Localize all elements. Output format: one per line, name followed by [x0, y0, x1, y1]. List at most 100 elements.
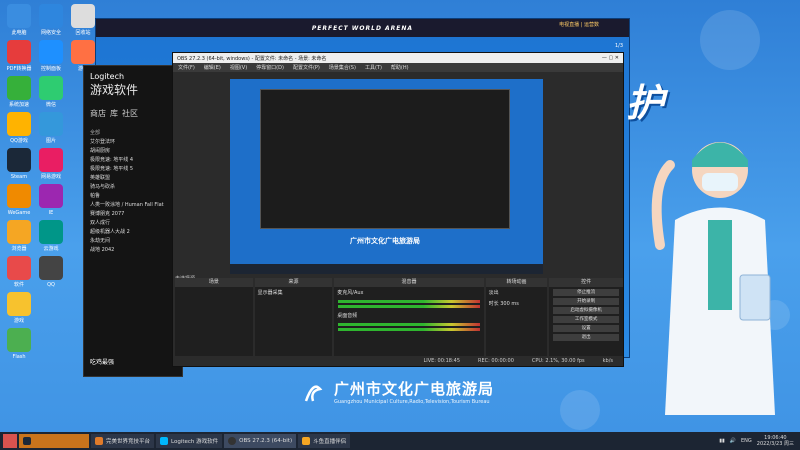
start-icon[interactable] — [3, 434, 17, 448]
qq-game-icon — [7, 112, 31, 136]
list-item[interactable]: 极限竞速: 地平线 5 — [90, 165, 176, 174]
menu-item[interactable]: 编辑(E) — [204, 64, 221, 71]
list-item[interactable]: 赛博朋克 2077 — [90, 210, 176, 219]
status-live: LIVE: 00:18:45 — [423, 358, 461, 364]
obs-icon — [39, 256, 63, 280]
desktop-icon[interactable]: WeGame — [4, 184, 34, 216]
desktop-icon[interactable]: PDF转换器 — [4, 40, 34, 72]
source-item[interactable]: 显示器采集 — [255, 287, 333, 298]
logitech-icon — [160, 437, 169, 445]
list-item[interactable]: 英雄联盟 — [90, 174, 176, 183]
desktop-icon[interactable]: Flash — [4, 328, 34, 360]
desktop-icon[interactable]: 网易游戏 — [36, 148, 66, 180]
game-icon — [71, 40, 95, 64]
studio-mode-button[interactable]: 工作室模式 — [553, 316, 619, 323]
desktop-icon[interactable]: 微信 — [36, 76, 66, 108]
virtual-camera-button[interactable]: 启动虚拟摄像机 — [553, 307, 619, 314]
browser-icon — [7, 220, 31, 244]
volume-meter[interactable] — [338, 305, 480, 308]
volume-meter[interactable] — [338, 300, 480, 303]
desktop-icon[interactable]: 系统加速 — [4, 76, 34, 108]
dock-header: 控件 — [549, 278, 623, 287]
shield-icon — [39, 4, 63, 28]
desktop-icon[interactable]: QQ — [36, 256, 66, 288]
taskbar: 完美世界竞技平台 Logitech 游戏软件 OBS 27.2.3 (64-bi… — [0, 432, 800, 450]
dock-header: 来源 — [254, 278, 333, 287]
status-cpu: CPU: 2.1%, 30.00 fps — [531, 358, 585, 364]
desktop-icon[interactable]: Steam — [4, 148, 34, 180]
volume-icon[interactable]: 🔊 — [730, 438, 736, 444]
menu-item[interactable]: 工具(T) — [365, 64, 382, 71]
volume-meter[interactable] — [338, 323, 480, 326]
bureau-subtitle: Guangzhou Municipal Culture,Radio,Televi… — [334, 399, 490, 405]
system-tray: ▮▮ 🔊 ENG 19:06:40 2022/3/23 周三 — [719, 435, 800, 447]
desktop-icon[interactable]: 此电脑 — [4, 4, 34, 36]
list-item[interactable]: 胡闹厨房 — [90, 147, 176, 156]
stop-stream-button[interactable]: 停止推流 — [553, 289, 619, 296]
menu-item[interactable]: 停靠窗口(D) — [256, 64, 284, 71]
volume-meter[interactable] — [338, 328, 480, 331]
list-item[interactable]: 双人成行 — [90, 219, 176, 228]
desktop-icon[interactable]: 网络安全 — [36, 4, 66, 36]
logitech-window[interactable]: Logitech 游戏软件 商店 库 社区 全部 艾尔登法环 胡闹厨房 极限竞速… — [83, 65, 183, 377]
dock-header: 转场动画 — [485, 278, 548, 287]
settings-button[interactable]: 设置 — [553, 325, 619, 332]
transition-select[interactable]: 淡出 — [486, 287, 548, 298]
obs-titlebar[interactable]: OBS 27.2.3 (64-bit, windows) - 配置文件: 未命名… — [173, 53, 623, 63]
list-item[interactable]: 战地 2042 — [90, 246, 176, 255]
logitech-subtitle: 游戏软件 — [90, 83, 139, 97]
clock[interactable]: 19:06:40 2022/3/23 周三 — [757, 435, 794, 447]
pwa-user[interactable]: 电视直播 | 运营数 — [559, 21, 599, 28]
taskbar-item-obs[interactable]: OBS 27.2.3 (64-bit) — [224, 434, 297, 448]
desktop-icon[interactable]: 游戏 — [4, 292, 34, 324]
taskbar-item-pwa[interactable]: 完美世界竞技平台 — [91, 434, 155, 448]
desktop-icon[interactable]: IE — [36, 184, 66, 216]
list-item[interactable]: 人类一败涂地 / Human Fall Flat — [90, 201, 176, 210]
pwa-icon — [95, 437, 103, 445]
status-rec: REC: 00:00:00 — [478, 358, 514, 364]
menu-item[interactable]: 配置文件(P) — [293, 64, 320, 71]
desktop-icon[interactable]: QQ游戏 — [4, 112, 34, 144]
desktop-icon[interactable]: 云游戏 — [36, 220, 66, 252]
taskbar-item-steam[interactable] — [19, 434, 89, 448]
list-item[interactable]: 骑马与砍杀 — [90, 183, 176, 192]
duration-input[interactable]: 300 ms — [500, 301, 519, 307]
list-item[interactable]: 艾尔登法环 — [90, 138, 176, 147]
list-item[interactable]: 极限竞速: 地平线 4 — [90, 156, 176, 165]
menu-item[interactable]: 帮助(H) — [391, 64, 409, 71]
dock-header: 混音器 — [334, 278, 484, 287]
desktop-icon[interactable]: 软件 — [4, 256, 34, 288]
sources-dock: 来源 显示器采集 — [254, 278, 333, 358]
doctor-illustration — [651, 142, 775, 415]
list-item[interactable]: 帕鲁 — [90, 192, 176, 201]
taskbar-item-douyu[interactable]: 斗鱼直播伴侣 — [298, 434, 351, 448]
nav-community[interactable]: 社区 — [122, 108, 138, 119]
menu-item[interactable]: 视图(V) — [230, 64, 247, 71]
image-icon — [39, 112, 63, 136]
computer-icon — [7, 4, 31, 28]
menu-item[interactable]: 文件(F) — [178, 64, 195, 71]
language-indicator[interactable]: ENG — [741, 438, 752, 444]
start-record-button[interactable]: 开始录制 — [553, 298, 619, 305]
nav-store[interactable]: 商店 — [90, 108, 106, 119]
obs-window[interactable]: OBS 27.2.3 (64-bit, windows) - 配置文件: 未命名… — [172, 52, 624, 367]
list-item[interactable]: 永劫无间 — [90, 237, 176, 246]
obs-statusbar: LIVE: 00:18:45 REC: 00:00:00 CPU: 2.1%, … — [173, 356, 623, 366]
logitech-brand: Logitech — [90, 72, 125, 81]
nav-library[interactable]: 库 — [110, 108, 118, 119]
desktop-icon[interactable]: 浏览器 — [4, 220, 34, 252]
menu-item[interactable]: 场景集合(S) — [329, 64, 356, 71]
desktop-icon[interactable]: 回收站 — [68, 4, 98, 36]
list-item[interactable]: 超级机器人大战 2 — [90, 228, 176, 237]
network-icon[interactable]: ▮▮ — [719, 438, 725, 444]
flash-icon — [7, 328, 31, 352]
logitech-footer: 吃鸡最强 — [90, 359, 115, 366]
exit-button[interactable]: 退出 — [553, 334, 619, 341]
desktop-icon[interactable]: 图片 — [36, 112, 66, 144]
window-controls[interactable]: — ▢ ✕ — [602, 55, 619, 61]
taskbar-item-logitech[interactable]: Logitech 游戏软件 — [156, 434, 223, 448]
obs-icon — [228, 437, 237, 445]
douyu-icon — [302, 437, 311, 445]
obs-preview[interactable]: 广州市文化广电旅游局 — [230, 79, 543, 274]
desktop-icon[interactable]: 控制面板 — [36, 40, 66, 72]
